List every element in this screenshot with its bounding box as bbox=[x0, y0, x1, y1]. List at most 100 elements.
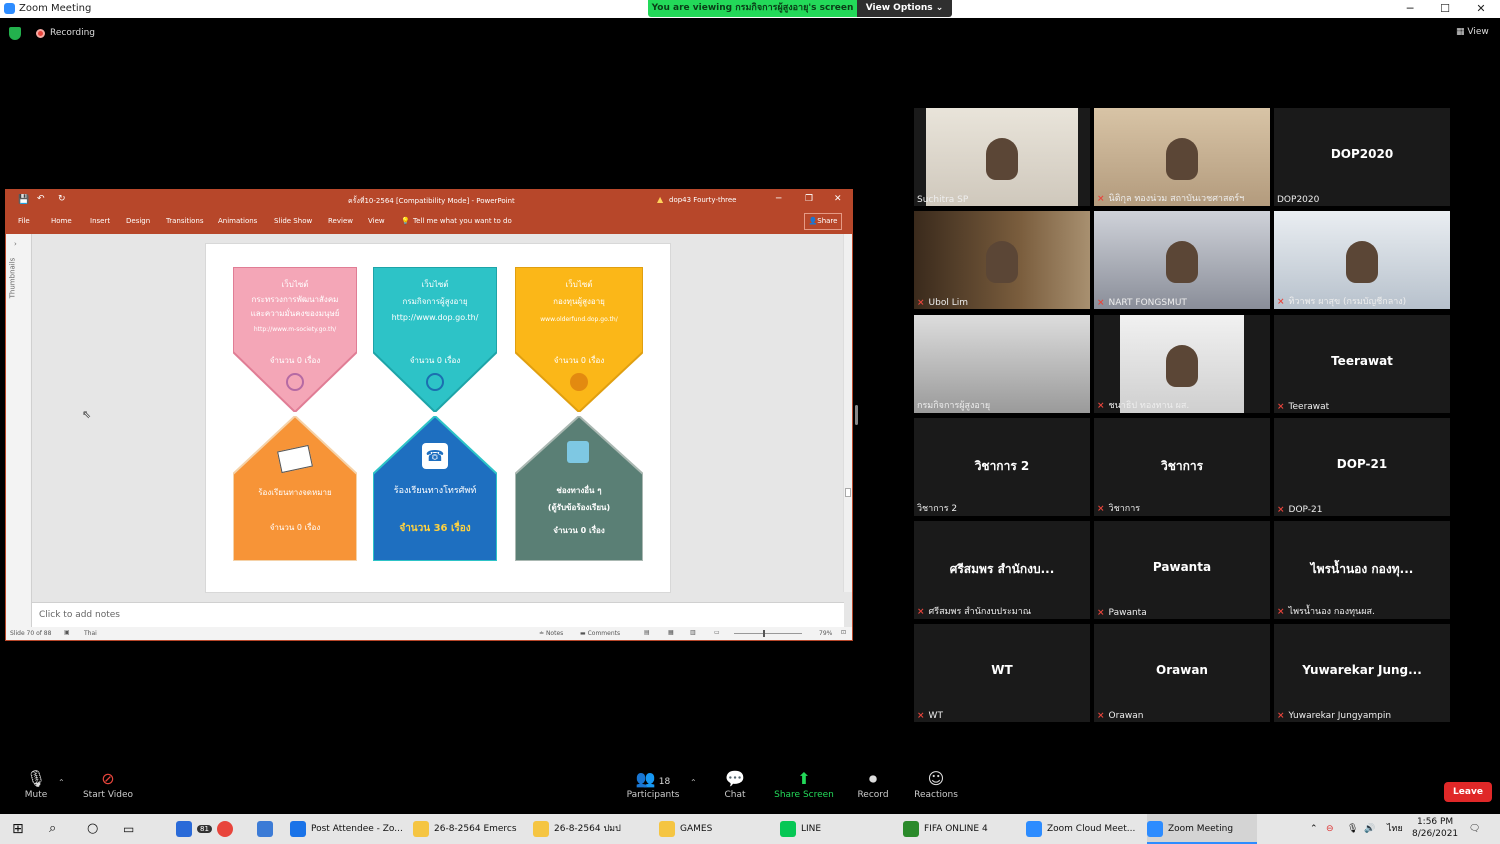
taskbar-app-button[interactable]: FIFA ONLINE 4 bbox=[903, 814, 1013, 844]
normal-view-icon[interactable]: ▤ bbox=[644, 629, 650, 636]
ribbon-tab-slide-show[interactable]: Slide Show bbox=[274, 217, 312, 225]
slideshow-view-icon[interactable]: ▭ bbox=[714, 629, 720, 636]
save-icon[interactable]: 💾 bbox=[18, 195, 29, 205]
language-label[interactable]: Thai bbox=[84, 630, 97, 637]
taskbar-app-button[interactable]: GAMES bbox=[659, 814, 759, 844]
network-status-icon[interactable]: ⊖ bbox=[1326, 814, 1334, 844]
participant-tile[interactable]: Yuwarekar Jung... ⨯ Yuwarekar Jungyampin bbox=[1274, 624, 1450, 722]
ribbon-tab-file[interactable]: File bbox=[18, 217, 30, 225]
tell-me-box[interactable]: Tell me what you want to do bbox=[413, 217, 512, 225]
participant-tile[interactable]: ⨯ นิติกุล ทองน่วม สถาบันเวชศาสตร์ฯ bbox=[1094, 108, 1270, 206]
ppt-share-button[interactable]: 👤Share bbox=[804, 213, 842, 230]
mic-tray-icon[interactable]: 🎙 bbox=[1347, 814, 1358, 844]
taskbar-app-button[interactable]: LINE bbox=[780, 814, 880, 844]
participant-tile[interactable]: ไพรน้ำนอง กองทุ... ⨯ ไพรน้ำนอง กองทุนผส. bbox=[1274, 521, 1450, 619]
participant-tile[interactable]: กรมกิจการผู้สูงอายุ bbox=[914, 315, 1090, 413]
participant-tile[interactable]: Suchitra SP bbox=[914, 108, 1090, 206]
slide-sorter-icon[interactable]: ▦ bbox=[668, 629, 674, 636]
start-video-label: Start Video bbox=[82, 790, 134, 800]
slide-canvas[interactable]: เว็บไซต์ กระทรวงการพัฒนาสังคม และความมั่… bbox=[205, 243, 671, 593]
gallery-view-button[interactable]: ▦ View bbox=[1456, 27, 1489, 37]
participant-tile[interactable]: Teerawat ⨯ Teerawat bbox=[1274, 315, 1450, 413]
ribbon-tab-review[interactable]: Review bbox=[328, 217, 353, 225]
thumbnails-pane[interactable]: › Thumbnails bbox=[6, 234, 32, 627]
audio-options-chevron-icon[interactable]: ⌃ bbox=[58, 778, 65, 787]
recording-label[interactable]: Recording bbox=[50, 28, 95, 38]
ribbon-tab-view[interactable]: View bbox=[368, 217, 385, 225]
notes-pane[interactable]: Click to add notes bbox=[32, 602, 844, 627]
mail-app-icon[interactable]: 81 bbox=[176, 814, 212, 844]
participant-tile[interactable]: ⨯ Ubol Lim bbox=[914, 211, 1090, 309]
reactions-button[interactable]: ☺ Reactions bbox=[912, 768, 960, 800]
ppt-account[interactable]: dop43 Fourty-three bbox=[669, 196, 736, 204]
fit-slide-icon[interactable]: ⊡ bbox=[841, 629, 846, 636]
reading-view-icon[interactable]: ▥ bbox=[690, 629, 696, 636]
ppt-minimize-icon[interactable]: ─ bbox=[776, 194, 781, 204]
participants-chevron-icon[interactable]: ⌃ bbox=[690, 778, 697, 787]
ribbon-tab-design[interactable]: Design bbox=[126, 217, 150, 225]
ribbon-tab-transitions[interactable]: Transitions bbox=[166, 217, 204, 225]
maximize-button[interactable]: ☐ bbox=[1434, 2, 1456, 16]
input-language[interactable]: ไทย bbox=[1387, 814, 1403, 844]
participants-button[interactable]: 👥 18 Participants bbox=[622, 768, 684, 800]
app-icon bbox=[413, 820, 429, 837]
participant-tile[interactable]: ศรีสมพร สำนักงบ... ⨯ ศรีสมพร สำนักงบประมาณ bbox=[914, 521, 1090, 619]
taskbar-app-button[interactable]: Post Attendee - Zo... bbox=[290, 814, 402, 844]
close-button[interactable]: ✕ bbox=[1470, 2, 1492, 16]
taskbar-app-button[interactable]: 26-8-2564 ปมป bbox=[533, 814, 643, 844]
clock[interactable]: 1:56 PM 8/26/2021 bbox=[1412, 816, 1458, 840]
share-screen-button[interactable]: ⬆ Share Screen bbox=[773, 768, 835, 800]
zoom-level[interactable]: 79% bbox=[819, 630, 832, 637]
ppt-vertical-scrollbar[interactable] bbox=[843, 234, 852, 592]
redo-icon[interactable]: ↻ bbox=[58, 194, 66, 204]
participant-tile[interactable]: Orawan ⨯ Orawan bbox=[1094, 624, 1270, 722]
participant-name: Teerawat bbox=[1288, 402, 1330, 412]
search-icon[interactable]: ⌕ bbox=[49, 814, 56, 844]
person-silhouette-icon bbox=[1166, 345, 1198, 387]
participant-display-name: วิชาการ 2 bbox=[974, 459, 1030, 473]
participant-tile[interactable]: DOP2020 DOP2020 bbox=[1274, 108, 1450, 206]
minimize-button[interactable]: ─ bbox=[1399, 2, 1421, 16]
zoom-slider[interactable] bbox=[734, 633, 802, 634]
volume-icon[interactable]: 🔊 bbox=[1364, 814, 1375, 844]
zoom-slider-thumb[interactable] bbox=[763, 630, 765, 637]
participant-tile[interactable]: วิชาการ ⨯ วิชาการ bbox=[1094, 418, 1270, 516]
participant-tile[interactable]: WT ⨯ WT bbox=[914, 624, 1090, 722]
undo-icon[interactable]: ↶ bbox=[37, 194, 45, 204]
view-options-button[interactable]: View Options ⌄ bbox=[857, 0, 952, 17]
participant-tile[interactable]: DOP-21 ⨯ DOP-21 bbox=[1274, 418, 1450, 516]
chrome-icon[interactable] bbox=[217, 814, 238, 844]
participant-tile[interactable]: ⨯ ทิวาพร ผาสุข (กรมบัญชีกลาง) bbox=[1274, 211, 1450, 309]
taskbar-app-button[interactable]: Zoom Cloud Meet... bbox=[1026, 814, 1136, 844]
tray-chevron-icon[interactable]: ⌃ bbox=[1310, 814, 1318, 844]
cortana-icon[interactable]: ○ bbox=[87, 814, 98, 844]
ribbon-tab-animations[interactable]: Animations bbox=[218, 217, 257, 225]
task-view-icon[interactable]: ▭ bbox=[123, 814, 134, 844]
panel-resize-handle[interactable] bbox=[855, 405, 858, 425]
chat-button[interactable]: 💬 Chat bbox=[718, 768, 752, 800]
participant-tile[interactable]: ⨯ ชนาธิป ทองทาน ผส. bbox=[1094, 315, 1270, 413]
taskbar-app-button[interactable]: 26-8-2564 Emercs bbox=[413, 814, 523, 844]
participant-tile[interactable]: ⨯ NART FONGSMUT bbox=[1094, 211, 1270, 309]
ribbon-tab-insert[interactable]: Insert bbox=[90, 217, 110, 225]
taskbar-app-button[interactable]: Zoom Meeting bbox=[1147, 814, 1257, 844]
security-shield-icon[interactable] bbox=[9, 27, 21, 40]
scroll-thumb[interactable] bbox=[845, 488, 851, 497]
participant-tile[interactable]: วิชาการ 2 วิชาการ 2 bbox=[914, 418, 1090, 516]
ppt-restore-icon[interactable]: ❐ bbox=[805, 194, 813, 204]
notes-toggle[interactable]: ≐ Notes bbox=[539, 630, 563, 637]
leave-button[interactable]: Leave bbox=[1444, 782, 1492, 802]
comments-toggle[interactable]: ▬ Comments bbox=[580, 630, 620, 637]
zoom-window: Zoom Meeting ─ ☐ ✕ You are viewing กรมกิ… bbox=[0, 0, 1500, 844]
ribbon-tab-home[interactable]: Home bbox=[51, 217, 72, 225]
app-window-icon[interactable] bbox=[257, 814, 278, 844]
windows-start-icon[interactable]: ⊞ bbox=[12, 814, 24, 844]
expand-chevron-icon[interactable]: › bbox=[14, 240, 17, 248]
ppt-close-icon[interactable]: ✕ bbox=[834, 194, 842, 204]
participant-tile[interactable]: Pawanta ⨯ Pawanta bbox=[1094, 521, 1270, 619]
start-video-button[interactable]: ⊘ Start Video bbox=[80, 768, 136, 800]
mute-button[interactable]: 🎙 Mute bbox=[20, 768, 52, 800]
record-button[interactable]: ⏺ Record bbox=[854, 768, 892, 800]
notifications-icon[interactable]: 🗨 bbox=[1469, 814, 1480, 844]
spell-check-icon[interactable]: ▣ bbox=[64, 629, 70, 636]
